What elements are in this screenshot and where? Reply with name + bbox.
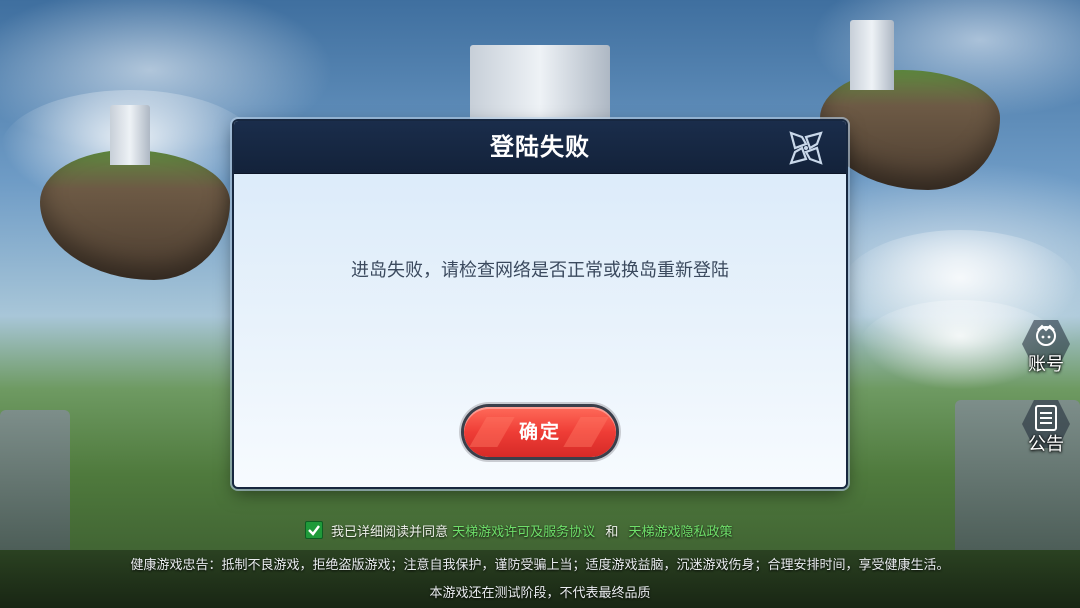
notice-board-icon xyxy=(1035,405,1057,431)
island-castle-right xyxy=(850,20,894,90)
health-gaming-notice: 健康游戏忠告：抵制不良游戏，拒绝盗版游戏；注意自我保护，谨防受骗上当；适度游戏益… xyxy=(130,558,950,573)
privacy-policy-link[interactable]: 天梯游戏隐私政策 xyxy=(628,525,732,540)
floating-island-right xyxy=(820,70,1000,190)
test-phase-notice: 本游戏还在测试阶段，不代表最终品质 xyxy=(429,586,651,601)
button-decoration xyxy=(469,417,515,447)
account-avatar-icon xyxy=(1036,324,1056,346)
cliff-ruins-left xyxy=(0,410,70,550)
dialog-message: 进岛失败，请检查网络是否正常或换岛重新登陆 xyxy=(351,260,729,281)
sky-castle-center xyxy=(470,45,610,125)
license-agreement-link[interactable]: 天梯游戏许可及服务协议 xyxy=(452,525,595,540)
confirm-button[interactable]: 确定 xyxy=(464,407,616,457)
close-x-icon xyxy=(789,131,823,165)
checkmark-icon xyxy=(308,525,320,536)
login-failed-dialog: 登陆失败 进岛失败，请检查网络是否正常或换岛重新登陆 确定 xyxy=(234,121,846,487)
account-button-label: 账号 xyxy=(1028,354,1064,375)
agreement-conjunction: 和 xyxy=(605,525,619,540)
island-castle-left xyxy=(110,105,150,165)
dialog-header: 登陆失败 xyxy=(234,121,846,174)
notice-button-label: 公告 xyxy=(1028,434,1064,455)
dialog-title: 登陆失败 xyxy=(490,133,590,161)
floating-island-left xyxy=(40,150,230,280)
agreement-line: 我已详细阅读并同意 天梯游戏许可及服务协议 和 天梯游戏隐私政策 xyxy=(305,521,732,541)
close-button[interactable] xyxy=(787,129,825,167)
agreement-prefix: 我已详细阅读并同意 xyxy=(331,525,449,540)
button-decoration xyxy=(563,417,609,447)
notice-button[interactable]: 公告 xyxy=(1018,400,1074,470)
agreement-checkbox[interactable] xyxy=(305,521,323,539)
account-button[interactable]: 账号 xyxy=(1018,320,1074,390)
confirm-button-label: 确定 xyxy=(518,421,561,443)
